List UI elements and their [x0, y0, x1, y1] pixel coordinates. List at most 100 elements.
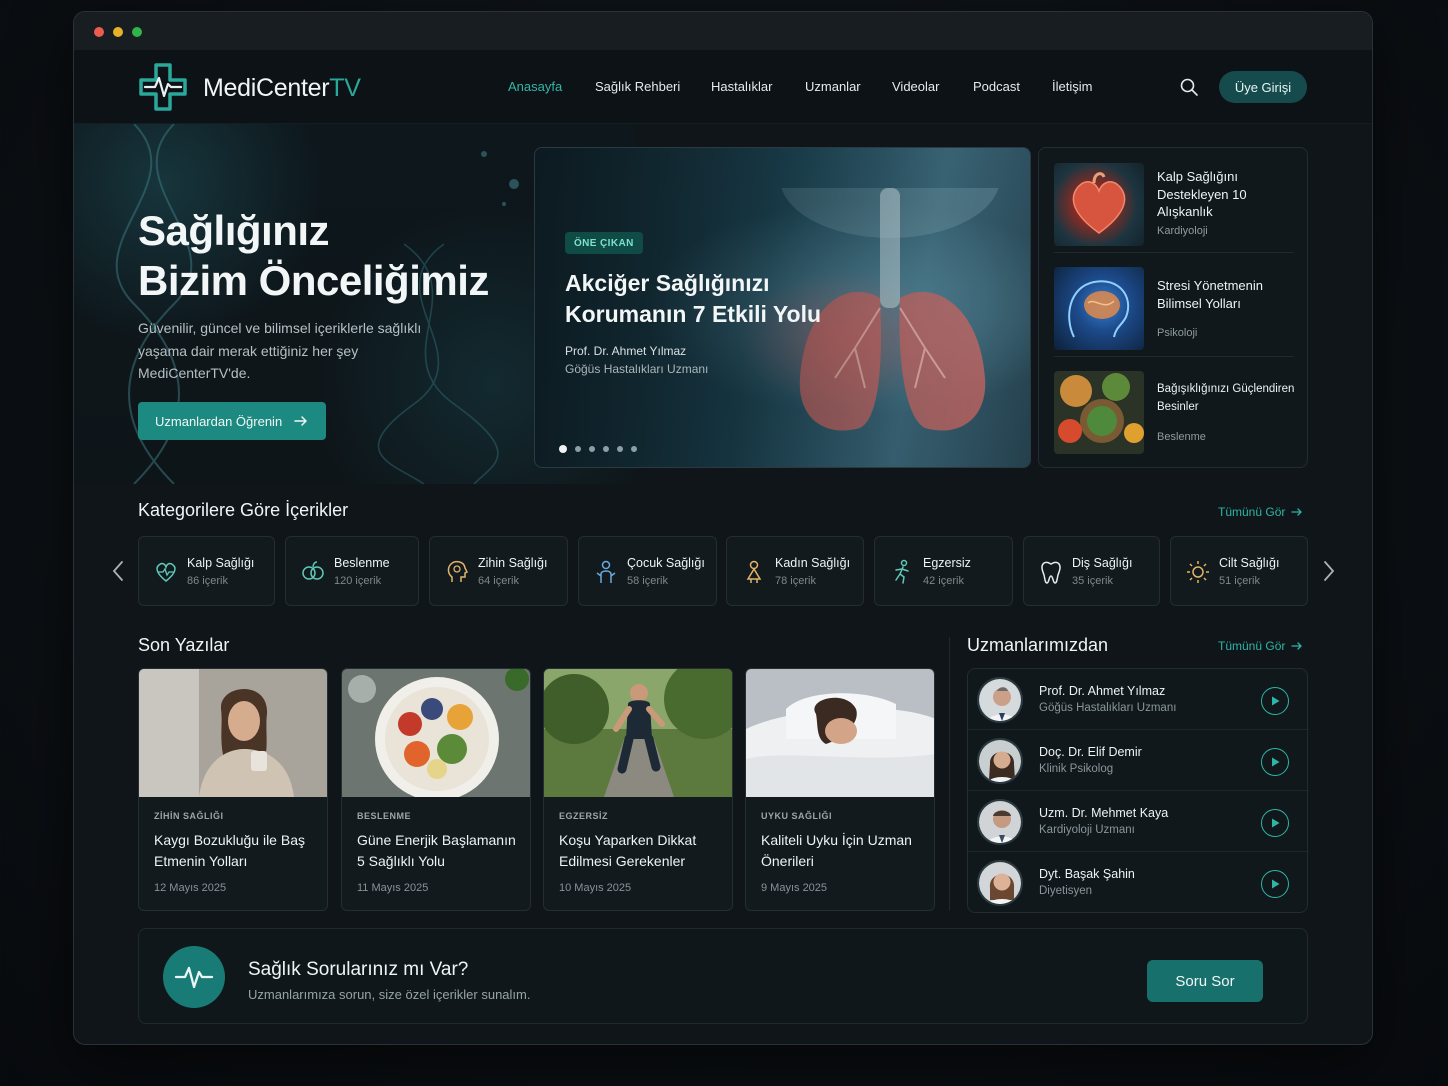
play-button[interactable] — [1261, 809, 1289, 837]
side-article-title: Bağışıklığınızı Güçlendiren Besinler — [1157, 383, 1295, 413]
arrow-right-icon — [1291, 508, 1303, 516]
post-category: UYKU SAĞLIĞI — [761, 811, 833, 821]
chevron-left-icon[interactable] — [111, 560, 125, 582]
nav-saglik-rehberi[interactable]: Sağlık Rehberi — [595, 79, 680, 94]
featured-title[interactable]: Akciğer Sağlığınızı Korumanın 7 Etkili Y… — [565, 268, 855, 330]
category-name: Çocuk Sağlığı — [627, 556, 705, 570]
browser-window: MediCenterTV Anasayfa Sağlık Rehberi Has… — [73, 11, 1373, 1045]
chevron-right-icon[interactable] — [1322, 560, 1336, 582]
search-icon[interactable] — [1179, 77, 1199, 97]
side-article[interactable]: Stresi Yönetmenin Bilimsel Yolları Psiko… — [1054, 267, 1294, 357]
brand-name[interactable]: MediCenterTV — [203, 74, 361, 103]
avatar — [977, 738, 1023, 784]
heart-thumbnail — [1054, 163, 1144, 246]
featured-author: Prof. Dr. Ahmet Yılmaz — [565, 344, 687, 358]
side-article[interactable]: Bağışıklığınızı Güçlendiren Besinler Bes… — [1054, 371, 1294, 461]
post-title: Koşu Yaparken Dikkat Edilmesi Gerekenler — [559, 832, 697, 869]
hero-title: Sağlığınız Bizim Önceliğimiz — [138, 207, 489, 304]
experts-see-all-link[interactable]: Tümünü Gör — [1218, 639, 1303, 653]
expert-row[interactable]: Doç. Dr. Elif Demir Klinik Psikolog — [968, 730, 1309, 791]
close-window-button[interactable] — [94, 27, 104, 37]
category-card-beslenme[interactable]: Beslenme 120 içerik — [285, 536, 419, 606]
nutrition-icon — [302, 561, 324, 580]
learn-from-experts-button[interactable]: Uzmanlardan Öğrenin — [138, 402, 326, 440]
nav-hastaliklar[interactable]: Hastalıklar — [711, 79, 772, 94]
nav-podcast[interactable]: Podcast — [973, 79, 1020, 94]
post-card[interactable]: ZİHİN SAĞLIĞI Kaygı Bozukluğu ile Baş Et… — [138, 668, 328, 911]
category-card-kadin-sagligi[interactable]: Kadın Sağlığı 78 içerik — [726, 536, 864, 606]
post-title: Kaliteli Uyku İçin Uzman Önerileri — [761, 832, 912, 869]
section-divider — [949, 637, 950, 911]
minimize-window-button[interactable] — [113, 27, 123, 37]
category-count: 120 içerik — [334, 575, 382, 587]
nav-uzmanlar[interactable]: Uzmanlar — [805, 79, 861, 94]
expert-row[interactable]: Uzm. Dr. Mehmet Kaya Kardiyoloji Uzmanı — [968, 791, 1309, 852]
recent-posts-heading: Son Yazılar — [138, 635, 230, 655]
side-article[interactable]: Kalp Sağlığını Destekleyen 10 Alışkanlık… — [1054, 163, 1294, 253]
expert-role: Göğüs Hastalıkları Uzmanı — [1039, 702, 1177, 714]
expert-name: Doç. Dr. Elif Demir — [1039, 745, 1142, 759]
woman-icon — [746, 560, 762, 583]
play-button[interactable] — [1261, 870, 1289, 898]
categories-see-all-link[interactable]: Tümünü Gör — [1218, 505, 1303, 519]
category-card-kalp-sagligi[interactable]: Kalp Sağlığı 86 içerik — [138, 536, 275, 606]
ask-question-button[interactable]: Soru Sor — [1147, 960, 1263, 1002]
post-date: 12 Mayıs 2025 — [154, 882, 227, 894]
play-icon — [1272, 757, 1280, 767]
side-article-category: Kardiyoloji — [1157, 225, 1208, 237]
carousel-dot-6[interactable] — [631, 446, 637, 452]
top-navigation: MediCenterTV Anasayfa Sağlık Rehberi Has… — [74, 50, 1372, 124]
expert-row[interactable]: Prof. Dr. Ahmet Yılmaz Göğüs Hastalıklar… — [968, 669, 1309, 730]
tooth-icon — [1041, 561, 1061, 584]
post-card[interactable]: BESLENME Güne Enerjik Başlamanın 5 Sağlı… — [341, 668, 531, 911]
heart-icon — [156, 562, 176, 582]
post-card[interactable]: UYKU SAĞLIĞI Kaliteli Uyku İçin Uzman Ön… — [745, 668, 935, 911]
heart-icon — [1072, 172, 1126, 234]
brain-thumbnail — [1054, 267, 1144, 350]
post-category: EGZERSİZ — [559, 811, 609, 821]
login-button[interactable]: Üye Girişi — [1219, 71, 1307, 103]
carousel-dot-2[interactable] — [575, 446, 581, 452]
maximize-window-button[interactable] — [132, 27, 142, 37]
category-card-egzersiz[interactable]: Egzersiz 42 içerik — [874, 536, 1013, 606]
expert-role: Kardiyoloji Uzmanı — [1039, 824, 1135, 836]
featured-article-card[interactable]: ÖNE ÇIKAN Akciğer Sağlığınızı Korumanın … — [534, 147, 1031, 468]
food-thumbnail — [1054, 371, 1144, 454]
categories-heading: Kategorilere Göre İçerikler — [138, 500, 349, 520]
woman-with-tea-image — [139, 669, 327, 797]
featured-author-role: Göğüs Hastalıkları Uzmanı — [565, 362, 709, 376]
carousel-dot-3[interactable] — [589, 446, 595, 452]
nav-videolar[interactable]: Videolar — [892, 79, 939, 94]
category-card-zihin-sagligi[interactable]: Zihin Sağlığı 64 içerik — [429, 536, 568, 606]
expert-row[interactable]: Dyt. Başak Şahin Diyetisyen — [968, 852, 1309, 913]
post-category: ZİHİN SAĞLIĞI — [154, 811, 224, 821]
mind-icon — [447, 560, 469, 582]
experts-heading: Uzmanlarımızdan — [967, 635, 1109, 655]
avatar — [977, 860, 1023, 906]
carousel-dot-1[interactable] — [559, 445, 567, 453]
post-card[interactable]: EGZERSİZ Koşu Yaparken Dikkat Edilmesi G… — [543, 668, 733, 911]
category-count: 51 içerik — [1219, 575, 1260, 587]
medical-cross-logo-icon[interactable] — [138, 62, 188, 112]
expert-name: Prof. Dr. Ahmet Yılmaz — [1039, 684, 1166, 698]
category-card-dis-sagligi[interactable]: Diş Sağlığı 35 içerik — [1023, 536, 1160, 606]
play-button[interactable] — [1261, 748, 1289, 776]
carousel-dot-5[interactable] — [617, 446, 623, 452]
arrow-right-icon — [294, 416, 307, 426]
play-icon — [1272, 818, 1280, 828]
nav-iletisim[interactable]: İletişim — [1052, 79, 1092, 94]
nav-anasayfa[interactable]: Anasayfa — [508, 79, 562, 94]
healthy-bowl-image — [342, 669, 530, 797]
featured-badge: ÖNE ÇIKAN — [565, 232, 643, 254]
category-card-cilt-sagligi[interactable]: Cilt Sağlığı 51 içerik — [1170, 536, 1308, 606]
category-count: 42 içerik — [923, 575, 964, 587]
qa-title: Sağlık Sorularınız mı Var? — [248, 959, 469, 980]
arrow-right-icon — [1291, 642, 1303, 650]
post-date: 11 Mayıs 2025 — [357, 882, 429, 894]
carousel-dot-4[interactable] — [603, 446, 609, 452]
see-all-label: Tümünü Gör — [1218, 639, 1286, 653]
expert-name: Dyt. Başak Şahin — [1039, 867, 1135, 881]
category-card-cocuk-sagligi[interactable]: Çocuk Sağlığı 58 içerik — [578, 536, 717, 606]
category-name: Kalp Sağlığı — [187, 556, 255, 570]
play-button[interactable] — [1261, 687, 1289, 715]
